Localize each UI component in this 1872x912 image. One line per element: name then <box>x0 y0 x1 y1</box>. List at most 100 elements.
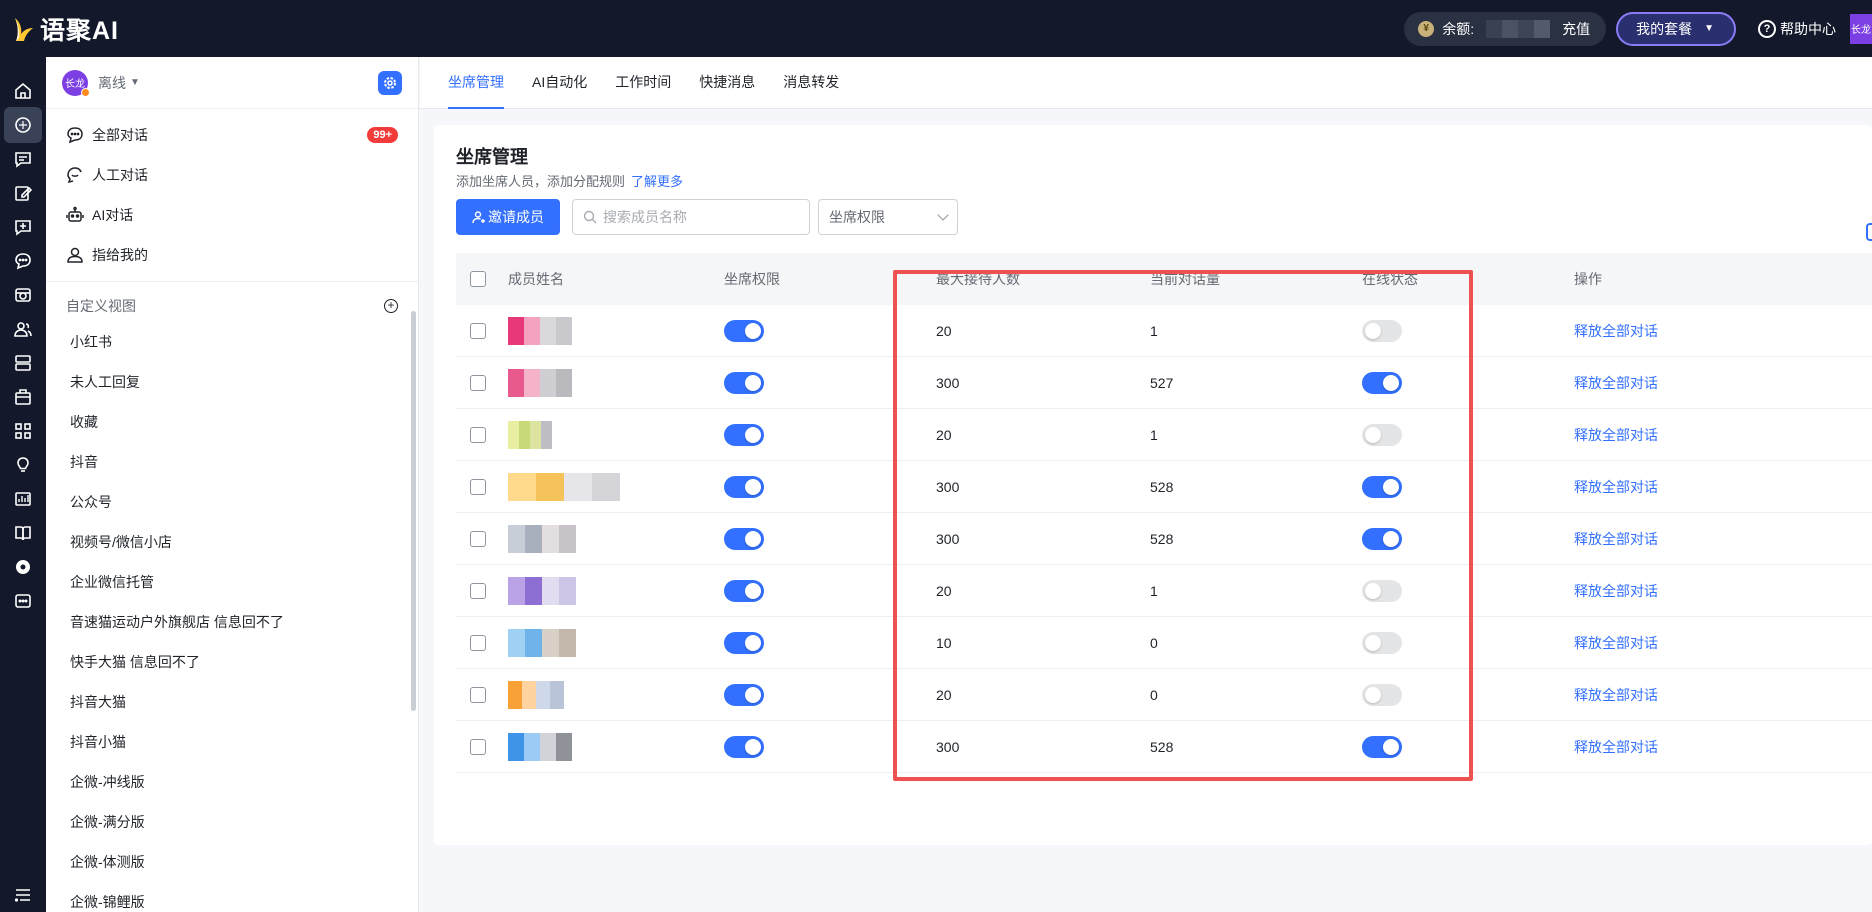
user-avatar[interactable]: 长龙 <box>1850 13 1872 44</box>
sidebar-header: 长龙 离线 ▼ <box>46 57 418 109</box>
row-checkbox[interactable] <box>470 582 486 599</box>
custom-view-item[interactable]: 快手大猫 信息回不了 <box>46 642 418 682</box>
help-label: 帮助中心 <box>1780 20 1836 37</box>
custom-view-item[interactable]: 公众号 <box>46 482 418 522</box>
current-conversations-cell: 1 <box>1150 582 1158 599</box>
invite-member-button[interactable]: 邀请成员 <box>456 199 560 235</box>
row-checkbox[interactable] <box>470 322 486 339</box>
row-checkbox[interactable] <box>470 686 486 703</box>
release-all-conversations-link[interactable]: 释放全部对话 <box>1574 323 1658 339</box>
release-all-conversations-link[interactable]: 释放全部对话 <box>1574 739 1658 755</box>
agent-avatar[interactable]: 长龙 <box>62 69 90 97</box>
row-checkbox[interactable] <box>470 634 486 651</box>
online-status-toggle[interactable] <box>1362 371 1402 394</box>
user-icon <box>67 247 83 263</box>
release-all-conversations-link[interactable]: 释放全部对话 <box>1574 427 1658 443</box>
max-reception-cell: 300 <box>936 530 960 547</box>
online-status-toggle[interactable] <box>1362 527 1402 550</box>
release-all-conversations-link[interactable]: 释放全部对话 <box>1574 687 1658 703</box>
member-search-input[interactable]: 搜索成员名称 <box>572 199 810 235</box>
online-status-toggle[interactable] <box>1362 631 1402 654</box>
conversation-sidebar: 长龙 离线 ▼ 全部对话 99+ 人工对话 AI对话 指给我的 自定义视图 + <box>46 57 419 912</box>
custom-view-item[interactable]: 抖音大猫 <box>46 682 418 722</box>
custom-view-item[interactable]: 收藏 <box>46 402 418 442</box>
max-reception-cell: 10 <box>936 634 952 651</box>
custom-view-item[interactable]: 企微-满分版 <box>46 802 418 842</box>
table-row[interactable]: 20 1 释放全部对话 <box>456 409 1872 461</box>
custom-view-item[interactable]: 小红书 <box>46 322 418 362</box>
custom-view-item[interactable]: 企微-冲线版 <box>46 762 418 802</box>
seat-permission-toggle[interactable] <box>724 735 764 758</box>
row-checkbox[interactable] <box>470 426 486 443</box>
online-status-toggle[interactable] <box>1362 423 1402 446</box>
sidebar-item-ai-conversations[interactable]: AI对话 <box>46 195 418 235</box>
table-row[interactable]: 20 1 释放全部对话 <box>456 305 1872 357</box>
table-row[interactable]: 300 528 释放全部对话 <box>456 513 1872 565</box>
tab-ai-automation[interactable]: AI自动化 <box>518 56 601 108</box>
caret-down-icon[interactable]: ▼ <box>130 77 140 88</box>
custom-view-item[interactable]: 视频号/微信小店 <box>46 522 418 562</box>
seat-permission-toggle[interactable] <box>724 319 764 342</box>
table-row[interactable]: 20 1 释放全部对话 <box>456 565 1872 617</box>
sidebar-settings-button[interactable] <box>378 70 402 95</box>
release-all-conversations-link[interactable]: 释放全部对话 <box>1574 531 1658 547</box>
seat-permission-toggle[interactable] <box>724 475 764 498</box>
sidebar-scrollbar[interactable] <box>411 311 416 711</box>
online-status-toggle[interactable] <box>1362 735 1402 758</box>
seat-permission-toggle[interactable] <box>724 631 764 654</box>
table-row[interactable]: 300 527 释放全部对话 <box>456 357 1872 409</box>
seat-permission-toggle[interactable] <box>724 683 764 706</box>
custom-view-item[interactable]: 音速猫运动户外旗舰店 信息回不了 <box>46 602 418 642</box>
main-content: 坐席管理 AI自动化 工作时间 快捷消息 消息转发 坐席管理 添加坐席人员，添加… <box>420 57 1872 912</box>
menu-icon[interactable] <box>0 875 46 912</box>
release-all-conversations-link[interactable]: 释放全部对话 <box>1574 375 1658 391</box>
side-widget-icon[interactable] <box>1866 223 1872 241</box>
seat-permission-toggle[interactable] <box>724 579 764 602</box>
online-status-toggle[interactable] <box>1362 475 1402 498</box>
row-checkbox[interactable] <box>470 530 486 547</box>
sidebar-item-human-conversations[interactable]: 人工对话 <box>46 155 418 195</box>
custom-view-item[interactable]: 企微-体测版 <box>46 842 418 882</box>
table-row[interactable]: 10 0 释放全部对话 <box>456 617 1872 669</box>
tab-message-forwarding[interactable]: 消息转发 <box>769 56 853 108</box>
more-icon[interactable] <box>0 581 46 621</box>
online-status-toggle[interactable] <box>1362 683 1402 706</box>
app-logo[interactable]: 语聚AI <box>12 11 119 47</box>
sidebar-item-all-conversations[interactable]: 全部对话 99+ <box>46 115 418 155</box>
row-checkbox[interactable] <box>470 738 486 755</box>
custom-view-item[interactable]: 抖音 <box>46 442 418 482</box>
row-checkbox[interactable] <box>470 374 486 391</box>
my-plan-button[interactable]: 我的套餐 ▼ <box>1616 11 1736 46</box>
tab-seat-management[interactable]: 坐席管理 <box>434 56 518 109</box>
status-dot <box>81 87 90 97</box>
row-checkbox[interactable] <box>470 478 486 495</box>
release-all-conversations-link[interactable]: 释放全部对话 <box>1574 479 1658 495</box>
agent-status[interactable]: 离线 <box>98 73 126 93</box>
online-status-toggle[interactable] <box>1362 319 1402 342</box>
table-row[interactable]: 300 528 释放全部对话 <box>456 461 1872 513</box>
online-status-toggle[interactable] <box>1362 579 1402 602</box>
custom-view-item[interactable]: 抖音小猫 <box>46 722 418 762</box>
learn-more-link[interactable]: 了解更多 <box>631 174 683 189</box>
select-all-checkbox[interactable] <box>470 271 486 287</box>
table-row[interactable]: 300 528 释放全部对话 <box>456 721 1872 773</box>
release-all-conversations-link[interactable]: 释放全部对话 <box>1574 583 1658 599</box>
recharge-link[interactable]: 充值 <box>1562 19 1590 39</box>
add-view-icon[interactable]: + <box>384 299 398 313</box>
custom-view-item[interactable]: 企微-锦鲤版 <box>46 882 418 912</box>
sidebar-item-assigned-to-me[interactable]: 指给我的 <box>46 235 418 275</box>
tab-quick-messages[interactable]: 快捷消息 <box>685 56 769 108</box>
seat-permission-toggle[interactable] <box>724 527 764 550</box>
seat-permission-toggle[interactable] <box>724 423 764 446</box>
custom-view-item[interactable]: 企业微信托管 <box>46 562 418 602</box>
permission-filter-select[interactable]: 坐席权限 <box>818 199 958 235</box>
robot-icon <box>66 206 84 222</box>
seat-permission-toggle[interactable] <box>724 371 764 394</box>
release-all-conversations-link[interactable]: 释放全部对话 <box>1574 635 1658 651</box>
add-user-icon <box>472 211 485 224</box>
member-name-redacted <box>508 420 724 449</box>
custom-view-item[interactable]: 未人工回复 <box>46 362 418 402</box>
tab-working-hours[interactable]: 工作时间 <box>601 56 685 108</box>
help-center-link[interactable]: ? 帮助中心 <box>1758 19 1836 39</box>
table-row[interactable]: 20 0 释放全部对话 <box>456 669 1872 721</box>
